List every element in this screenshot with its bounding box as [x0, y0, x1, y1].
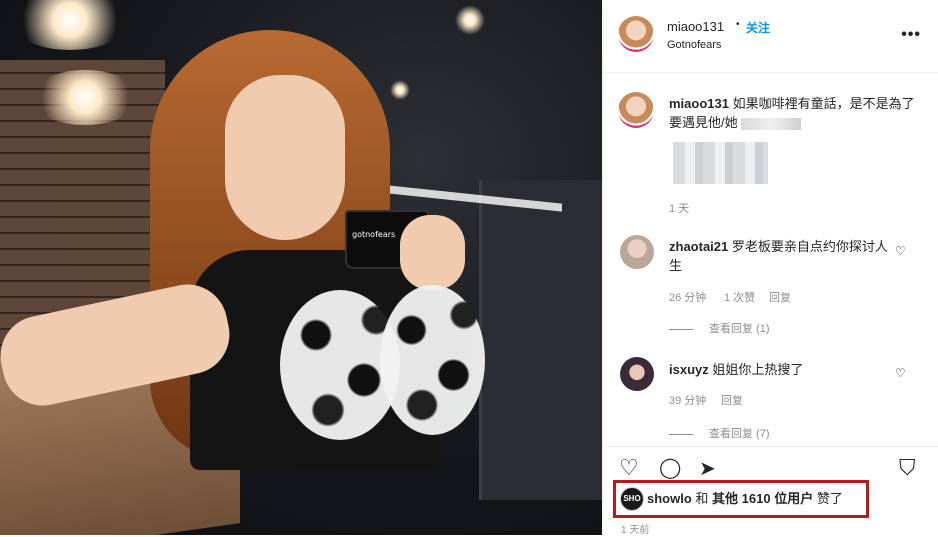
- share-icon[interactable]: ➤: [699, 456, 716, 481]
- liker-username[interactable]: showlo: [647, 491, 692, 506]
- comment-time[interactable]: 39 分钟: [669, 392, 706, 408]
- likes-others[interactable]: 其他 1610 位用户: [712, 491, 813, 506]
- reply-line: [669, 433, 693, 435]
- comment-text: 姐姐你上热搜了: [712, 362, 804, 377]
- view-replies-button[interactable]: 查看回复 (7): [669, 425, 770, 441]
- post-photo[interactable]: gotnofears: [0, 0, 602, 535]
- likes-summary[interactable]: showlo 和 其他 1610 位用户 赞了: [647, 488, 843, 507]
- display-shelf: [479, 180, 602, 500]
- comment-like-icon[interactable]: ♡: [895, 366, 906, 380]
- caption-time[interactable]: 1 天: [669, 200, 689, 216]
- comment-time[interactable]: 26 分钟: [669, 289, 706, 305]
- ceiling-light-4: [390, 80, 410, 100]
- ceiling-lamp-1: [10, 0, 130, 50]
- view-replies-button[interactable]: 查看回复 (1): [669, 320, 770, 336]
- commenter-avatar[interactable]: [620, 357, 654, 391]
- ceiling-light-3: [455, 5, 485, 35]
- post-side-panel: miaoo131 • 关注 Gotnofears ••• miaoo131 如果…: [602, 0, 938, 537]
- comment-likes[interactable]: 1 次赞: [724, 289, 755, 305]
- commenter-avatar[interactable]: [620, 235, 654, 269]
- separator-dot: •: [736, 19, 740, 30]
- post-time[interactable]: 1 天前: [621, 521, 649, 536]
- comment-username[interactable]: zhaotai21: [669, 239, 728, 254]
- likes-suffix: 赞了: [816, 491, 843, 506]
- person-face: [225, 75, 345, 240]
- comment: zhaotai21 罗老板要亲自点约你探讨人生: [669, 237, 899, 275]
- comment-reply-button[interactable]: 回复: [769, 289, 791, 305]
- caption-username[interactable]: miaoo131: [669, 96, 729, 111]
- author-username[interactable]: miaoo131: [667, 19, 724, 34]
- comment: isxuyz 姐姐你上热搜了: [669, 360, 899, 379]
- view-replies-label: 查看回复 (7): [709, 428, 770, 440]
- mug-label: gotnofears: [352, 230, 396, 239]
- post-location[interactable]: Gotnofears: [667, 39, 721, 51]
- comment-username[interactable]: isxuyz: [669, 362, 709, 377]
- likes-and: 和: [695, 491, 709, 506]
- action-bar: ♡ ◯ ➤ ⛉ SHO showlo 和 其他 1610 位用户 赞了 1 天前: [603, 446, 938, 537]
- more-options-icon[interactable]: •••: [901, 26, 921, 44]
- caption-redacted: [741, 117, 802, 130]
- caption-redacted-block: [673, 142, 768, 184]
- author-avatar[interactable]: [618, 16, 654, 52]
- heart-icon[interactable]: ♡: [619, 455, 639, 481]
- comment-like-icon[interactable]: ♡: [895, 244, 906, 258]
- comment-icon[interactable]: ◯: [659, 455, 681, 480]
- reply-line: [669, 328, 693, 330]
- view-replies-label: 查看回复 (1): [709, 323, 770, 335]
- post-header: miaoo131 • 关注 Gotnofears •••: [603, 0, 938, 73]
- comment-reply-button[interactable]: 回复: [721, 392, 743, 408]
- caption: miaoo131 如果咖啡裡有童話，是不是為了要遇見他/她: [669, 94, 919, 132]
- bookmark-icon[interactable]: ⛉: [899, 455, 916, 481]
- liker-avatar[interactable]: SHO: [620, 487, 644, 511]
- follow-button[interactable]: 关注: [746, 19, 770, 36]
- ceiling-lamp-2: [30, 70, 140, 125]
- person-hand: [400, 215, 465, 290]
- caption-author-avatar[interactable]: [618, 92, 654, 128]
- censor-blur-right: [380, 285, 485, 435]
